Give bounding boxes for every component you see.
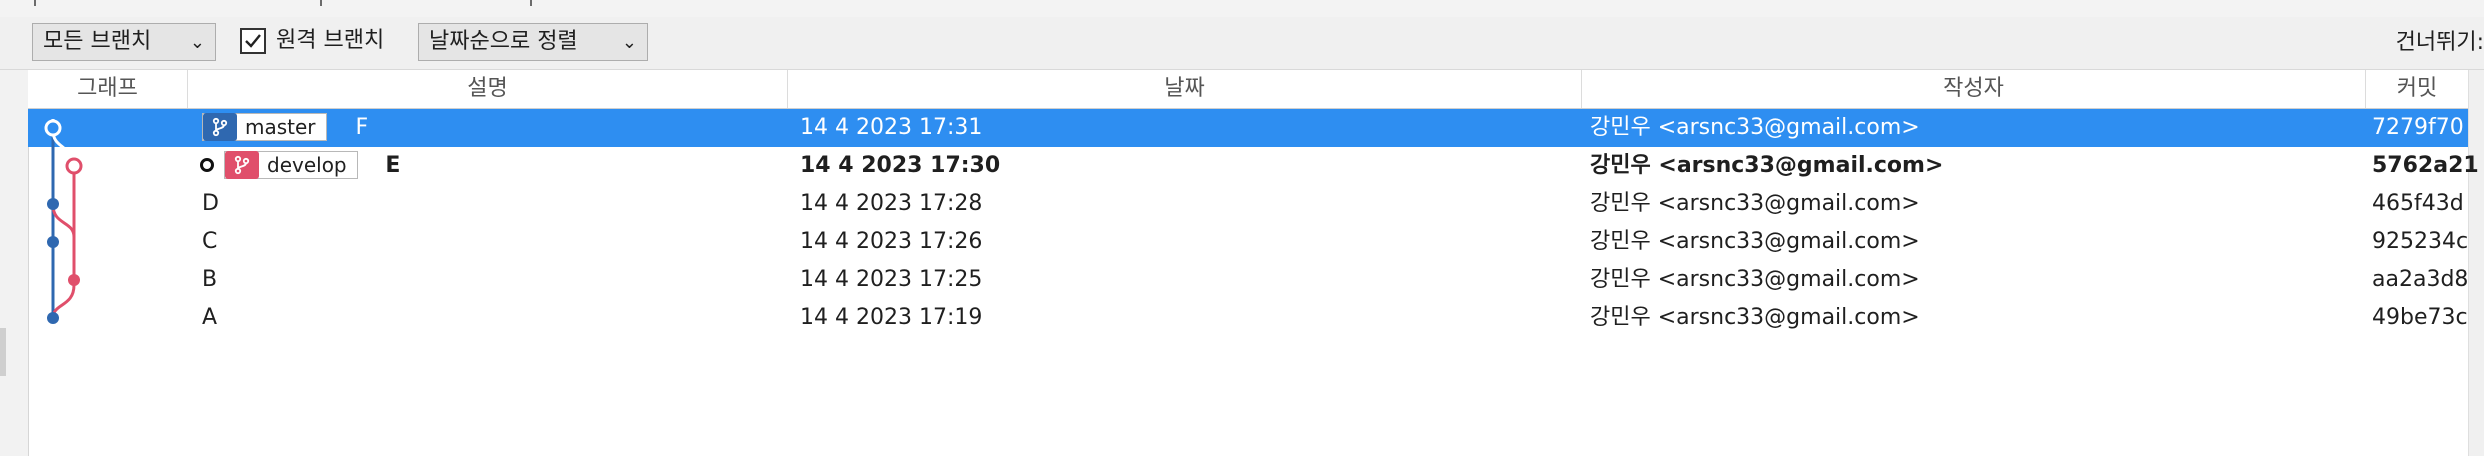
window-top-edge (0, 0, 2484, 18)
commit-message: F (355, 115, 369, 140)
skip-to-label: 건너뛰기: (2395, 30, 2484, 55)
commit-hash: 7279f70 (2372, 115, 2464, 140)
commit-row[interactable]: master F 14 4 2023 17:31 강민우 <arsnc33@gm… (28, 109, 2468, 147)
commit-node[interactable] (47, 236, 59, 248)
commit-hash: 5762a21 (2372, 153, 2479, 178)
commit-node[interactable] (44, 119, 62, 137)
branch-filter-dropdown[interactable]: 모든 브랜치 ⌄ (32, 23, 216, 61)
commit-hash: aa2a3d8 (2372, 267, 2469, 292)
commit-node[interactable] (47, 312, 59, 324)
column-header-description[interactable]: 설명 (188, 70, 788, 108)
chevron-down-icon: ⌄ (189, 32, 205, 53)
sort-order-dropdown[interactable]: 날짜순으로 정렬 ⌄ (418, 23, 648, 61)
merge-connector-line (51, 204, 76, 238)
commit-row[interactable]: C 14 4 2023 17:26 강민우 <arsnc33@gmail.com… (28, 223, 2468, 261)
commit-date: 14 4 2023 17:19 (800, 305, 983, 330)
top-edge-tick (530, 0, 532, 6)
branch-name: master (245, 114, 316, 139)
commit-description: develop E (200, 147, 400, 185)
commit-hash: 465f43d (2372, 191, 2464, 216)
commit-date: 14 4 2023 17:31 (800, 115, 983, 140)
commit-description: master F (202, 109, 368, 147)
commit-row[interactable]: develop E 14 4 2023 17:30 강민우 <arsnc33@g… (28, 147, 2479, 185)
commit-graph (44, 119, 83, 324)
branch-icon (203, 112, 237, 141)
branch-name: develop (267, 152, 347, 177)
top-edge-tick (34, 0, 36, 6)
commit-row[interactable]: A 14 4 2023 17:19 강민우 <arsnc33@gmail.com… (28, 299, 2468, 337)
commit-message: A (202, 305, 218, 330)
column-header-date[interactable]: 날짜 (788, 70, 1582, 108)
commit-message: D (202, 191, 219, 216)
column-header-graph[interactable]: 그래프 (28, 70, 188, 108)
column-header-author[interactable]: 작성자 (1582, 70, 2366, 108)
commit-row[interactable]: B 14 4 2023 17:25 강민우 <arsnc33@gmail.com… (28, 261, 2468, 299)
chevron-down-icon: ⌄ (621, 32, 637, 53)
column-header-commit[interactable]: 커밋 (2366, 70, 2468, 108)
commit-date: 14 4 2023 17:25 (800, 267, 983, 292)
commit-node[interactable] (68, 274, 80, 286)
commit-message: C (202, 229, 218, 254)
branch-icon (225, 150, 259, 179)
branch-label-master[interactable]: master (202, 112, 327, 141)
commit-date: 14 4 2023 17:26 (800, 229, 983, 254)
left-panel-edge (0, 70, 29, 456)
commit-message: E (385, 153, 401, 178)
remote-branches-label: 원격 브랜치 (276, 28, 385, 53)
commit-row[interactable]: D 14 4 2023 17:28 강민우 <arsnc33@gmail.com… (28, 185, 2468, 223)
head-indicator-icon (200, 157, 214, 172)
commit-date: 14 4 2023 17:30 (800, 153, 1001, 178)
sort-order-value: 날짜순으로 정렬 (429, 29, 578, 54)
remote-branches-checkbox[interactable] (240, 28, 266, 54)
commit-author: 강민우 <arsnc33@gmail.com> (1590, 191, 1920, 216)
commit-author: 강민우 <arsnc33@gmail.com> (1590, 305, 1920, 330)
commit-author: 강민우 <arsnc33@gmail.com> (1590, 267, 1920, 292)
commit-author: 강민우 <arsnc33@gmail.com> (1590, 153, 1944, 178)
commit-author: 강민우 <arsnc33@gmail.com> (1590, 229, 1920, 254)
branch-label-develop[interactable]: develop (224, 150, 358, 179)
vertical-scrollbar[interactable] (2468, 70, 2484, 456)
checkmark-icon (245, 34, 261, 48)
commit-hash: 49be73c (2372, 305, 2468, 330)
commit-node[interactable] (65, 157, 83, 175)
branch-filter-value: 모든 브랜치 (43, 29, 152, 54)
commit-node[interactable] (47, 198, 59, 210)
panel-resize-handle[interactable] (0, 328, 6, 376)
commit-hash: 925234c (2372, 229, 2469, 254)
commit-author: 강민우 <arsnc33@gmail.com> (1590, 115, 1920, 140)
history-toolbar: 모든 브랜치 ⌄ 원격 브랜치 날짜순으로 정렬 ⌄ 건너뛰기: (0, 17, 2484, 70)
top-edge-tick (320, 0, 322, 6)
commit-date: 14 4 2023 17:28 (800, 191, 983, 216)
commit-message: B (202, 267, 218, 292)
column-header-row: 그래프 설명 날짜 작성자 커밋 (28, 70, 2468, 109)
